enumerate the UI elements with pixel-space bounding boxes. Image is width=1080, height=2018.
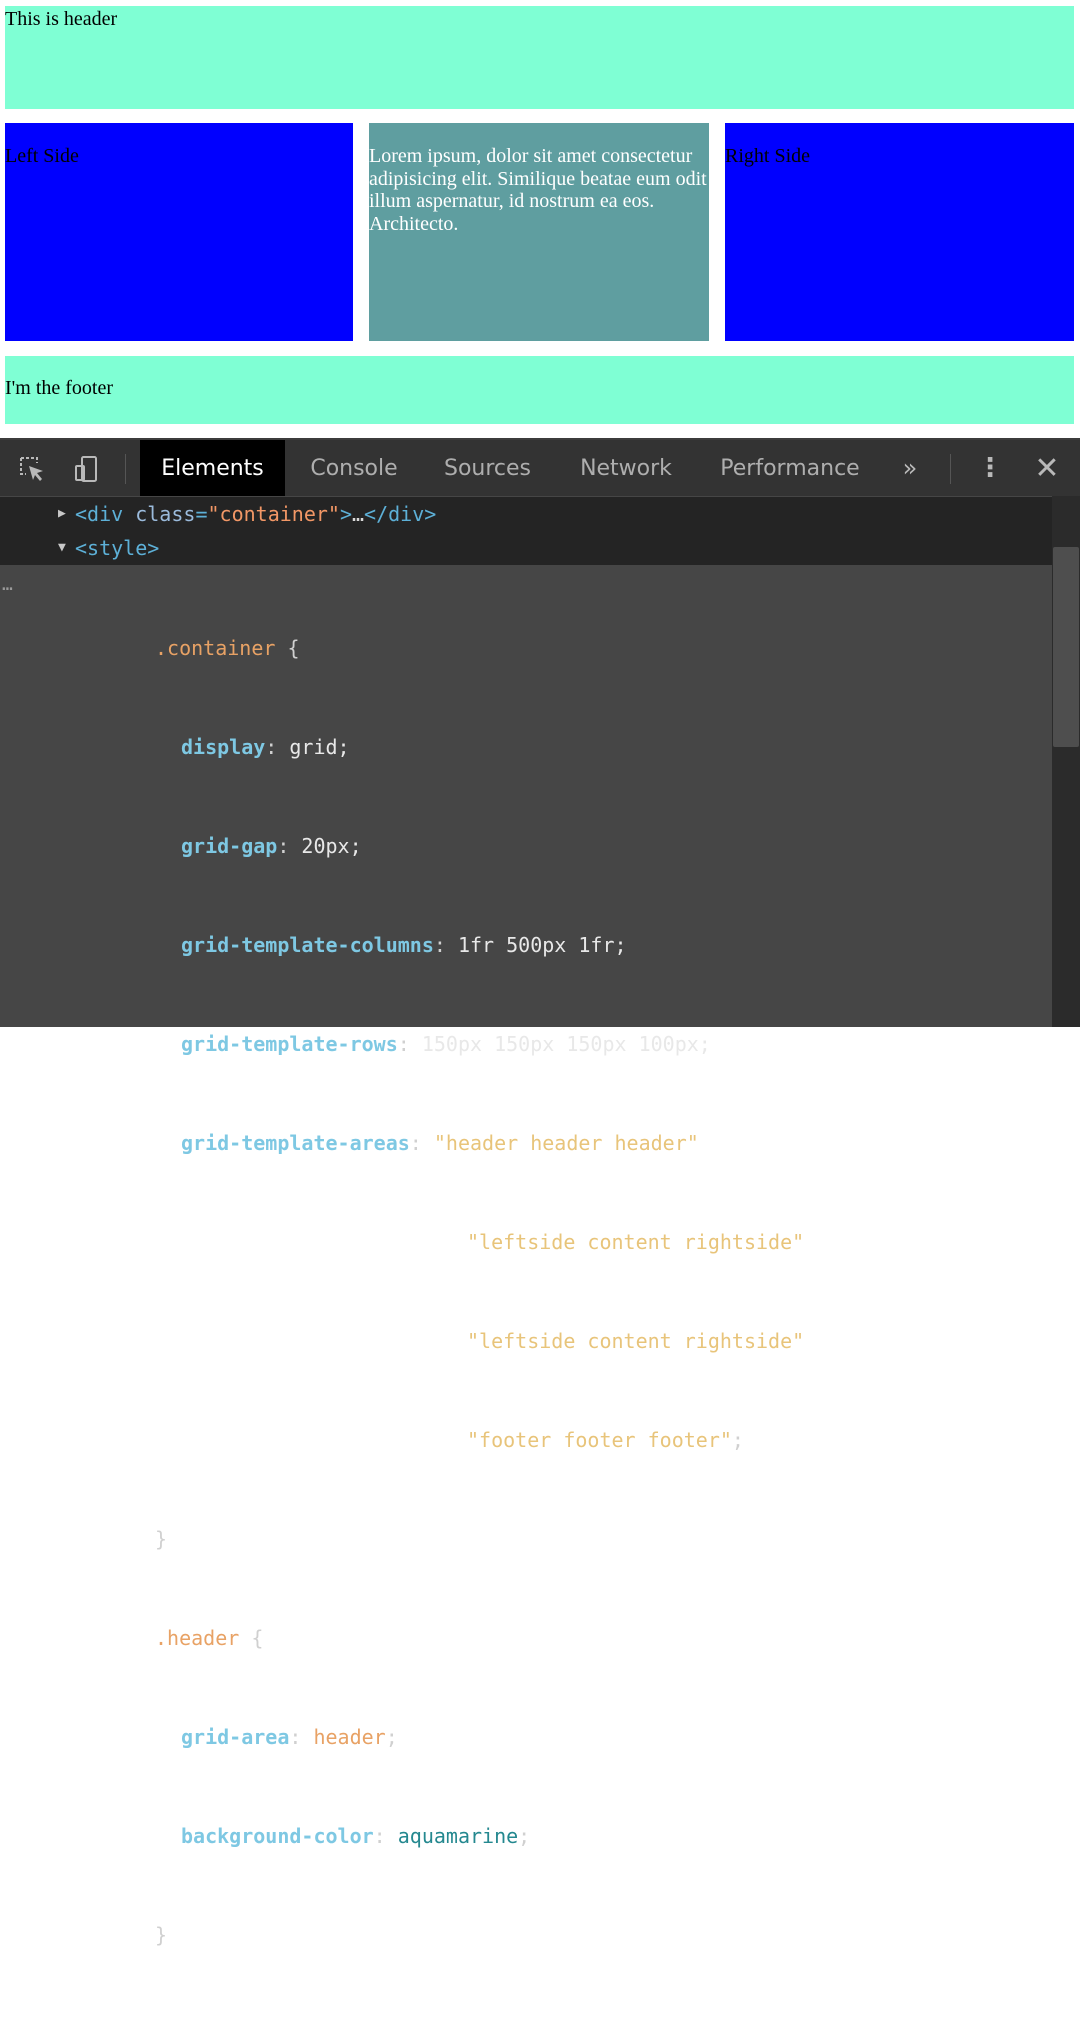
- css-open-brace: {: [287, 636, 300, 660]
- grid-right-side: Right Side: [725, 123, 1074, 341]
- code-line: "leftside content rightside": [0, 1226, 1052, 1259]
- css-string: "leftside content rightside": [467, 1329, 805, 1353]
- grid-footer: I'm the footer: [5, 356, 1074, 424]
- css-value: header: [313, 1725, 386, 1749]
- css-property: background-color: [181, 1824, 374, 1848]
- css-string: "footer footer footer": [467, 1428, 732, 1452]
- code-line: grid-area: header;: [181, 1725, 398, 1749]
- code-line: .container {: [0, 632, 1052, 665]
- left-side-text: Left Side: [5, 145, 79, 167]
- tab-sources[interactable]: Sources: [425, 440, 550, 496]
- css-value: grid;: [289, 735, 350, 759]
- code-line: grid-template-areas: "header header head…: [181, 1131, 699, 1155]
- css-semicolon: ;: [731, 1428, 744, 1452]
- close-icon[interactable]: ✕: [1026, 440, 1068, 496]
- code-line: grid-gap: 20px;: [181, 834, 362, 858]
- css-string: "header header header": [433, 1131, 699, 1155]
- grid-header: This is header: [5, 6, 1074, 109]
- css-close-brace: }: [155, 1923, 168, 1947]
- tab-performance[interactable]: Performance: [702, 440, 878, 496]
- tab-network-label: Network: [580, 455, 672, 481]
- css-open-brace: {: [251, 1626, 264, 1650]
- tab-elements[interactable]: Elements: [140, 440, 285, 496]
- dom-node-style[interactable]: ▼ <style>: [0, 531, 1052, 565]
- css-value: 20px;: [301, 834, 362, 858]
- css-close-brace: }: [155, 1527, 168, 1551]
- dom-attr-name: class: [135, 502, 196, 526]
- grid-content: Lorem ipsum, dolor sit amet consectetur …: [369, 123, 709, 341]
- css-property: display: [181, 735, 266, 759]
- elements-panel: ▶ <div class="container">…</div> ▼ <styl…: [0, 496, 1080, 1947]
- dom-tag-end: </div>: [364, 502, 437, 526]
- collapse-triangle-icon[interactable]: ▼: [58, 531, 66, 565]
- rendered-page: This is header Left Side Lorem ipsum, do…: [0, 0, 1080, 438]
- dom-attr-value: "container": [207, 502, 340, 526]
- code-line: .header {: [0, 1622, 1052, 1655]
- css-property: grid-template-columns: [181, 933, 434, 957]
- dom-style-tag: <style>: [75, 536, 160, 560]
- grid-left-side: Left Side: [5, 123, 353, 341]
- dom-tag-close: >: [339, 502, 352, 526]
- code-line: "footer footer footer";: [0, 1424, 1052, 1457]
- css-selector-header: .header: [155, 1626, 240, 1650]
- header-text: This is header: [5, 8, 118, 30]
- css-selector-container: .container: [155, 636, 276, 660]
- css-string: "leftside content rightside": [467, 1230, 805, 1254]
- tab-network[interactable]: Network: [560, 440, 692, 496]
- inspect-element-icon[interactable]: [15, 452, 49, 486]
- footer-text: I'm the footer: [5, 377, 114, 399]
- css-property: grid-area: [181, 1725, 290, 1749]
- toolbar-divider-right: [950, 454, 951, 484]
- right-side-text: Right Side: [725, 145, 811, 167]
- tab-console[interactable]: Console: [290, 440, 418, 496]
- code-line: "leftside content rightside": [0, 1325, 1052, 1358]
- dom-collapsed-ellipsis: …: [351, 502, 365, 526]
- toolbar-divider: [125, 454, 126, 484]
- code-line: grid-template-columns: 1fr 500px 1fr;: [181, 933, 627, 957]
- scrollbar-thumb[interactable]: [1053, 547, 1079, 747]
- css-property: grid-gap: [181, 834, 278, 858]
- css-color-value: aquamarine: [397, 1824, 519, 1848]
- devtools-toolbar: Elements Console Sources Network Perform…: [0, 438, 1080, 496]
- tab-console-label: Console: [310, 455, 398, 481]
- tab-elements-label: Elements: [161, 455, 264, 481]
- code-line: background-color: aquamarine;: [181, 1824, 531, 1848]
- code-line: }: [0, 1523, 1052, 1556]
- css-value: 1fr 500px 1fr;: [457, 933, 627, 957]
- tab-performance-label: Performance: [720, 455, 860, 481]
- css-value: 150px 150px 150px 100px;: [421, 1032, 711, 1056]
- content-text: Lorem ipsum, dolor sit amet consectetur …: [369, 145, 707, 235]
- css-property: grid-template-areas: [181, 1131, 410, 1155]
- dom-tag-open: <div: [75, 502, 124, 526]
- css-property: grid-template-rows: [181, 1032, 398, 1056]
- expand-triangle-icon[interactable]: ▶: [58, 497, 66, 531]
- tab-sources-label: Sources: [443, 455, 532, 481]
- code-line: grid-template-rows: 150px 150px 150px 10…: [181, 1032, 711, 1056]
- device-toolbar-icon[interactable]: [70, 452, 104, 486]
- dom-attr-eq: =: [195, 502, 208, 526]
- dom-node-container[interactable]: ▶ <div class="container">…</div>: [0, 497, 1052, 531]
- kebab-menu-icon[interactable]: ⋮: [970, 440, 1010, 496]
- code-line: display: grid;: [181, 735, 350, 759]
- style-source: .container { display: grid; grid-gap: 20…: [0, 566, 1052, 2018]
- more-tabs-icon[interactable]: »: [890, 440, 930, 496]
- code-line: }: [0, 1919, 1052, 1952]
- devtools-panel: Elements Console Sources Network Perform…: [0, 438, 1080, 1947]
